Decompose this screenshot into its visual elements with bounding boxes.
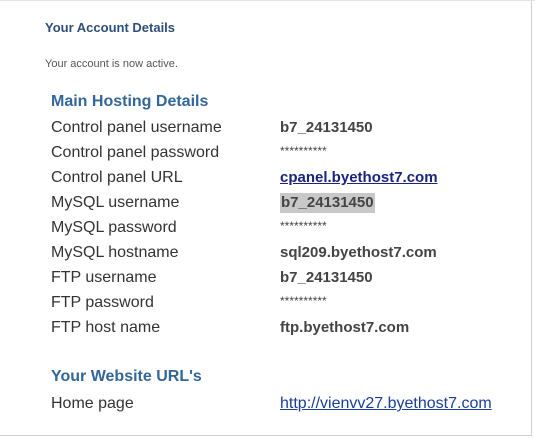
ftp-username-row: FTP username b7_24131450 bbox=[51, 268, 521, 293]
top-divider bbox=[0, 0, 535, 1]
home-page-link[interactable]: http://vienvv27.byethost7.com bbox=[280, 394, 492, 414]
mysql-password-row: MySQL password ********** bbox=[51, 218, 521, 243]
account-details-title: Your Account Details bbox=[45, 20, 176, 35]
account-details-panel: Your Account Details Your account is now… bbox=[0, 0, 535, 436]
cp-url-label: Control panel URL bbox=[51, 169, 183, 186]
cp-password-value: ********** bbox=[280, 144, 327, 158]
home-page-label: Home page bbox=[51, 395, 134, 412]
ftp-password-value: ********** bbox=[280, 294, 327, 308]
mysql-hostname-label: MySQL hostname bbox=[51, 244, 179, 261]
main-hosting-heading: Main Hosting Details bbox=[51, 93, 209, 110]
cp-url-link[interactable]: cpanel.byethost7.com bbox=[280, 168, 438, 188]
ftp-hostname-value: ftp.byethost7.com bbox=[280, 319, 410, 336]
cp-password-row: Control panel password ********** bbox=[51, 143, 521, 168]
ftp-username-label: FTP username bbox=[51, 269, 157, 286]
mysql-username-value[interactable]: b7_24131450 bbox=[280, 193, 375, 213]
website-urls-heading: Your Website URL's bbox=[51, 368, 202, 385]
cp-url-row: Control panel URL cpanel.byethost7.com bbox=[51, 168, 521, 193]
account-status-text: Your account is now active. bbox=[45, 58, 178, 70]
cp-username-label: Control panel username bbox=[51, 119, 222, 136]
mysql-password-label: MySQL password bbox=[51, 219, 177, 236]
ftp-hostname-row: FTP host name ftp.byethost7.com bbox=[51, 318, 521, 343]
mysql-hostname-row: MySQL hostname sql209.byethost7.com bbox=[51, 243, 521, 268]
cp-password-label: Control panel password bbox=[51, 144, 220, 161]
mysql-hostname-value: sql209.byethost7.com bbox=[280, 244, 437, 261]
mysql-password-value: ********** bbox=[280, 219, 327, 233]
ftp-password-row: FTP password ********** bbox=[51, 293, 521, 318]
cp-username-value: b7_24131450 bbox=[280, 119, 373, 136]
mysql-username-row: MySQL username b7_24131450 bbox=[51, 193, 521, 218]
ftp-password-label: FTP password bbox=[51, 294, 154, 311]
cp-username-row: Control panel username b7_24131450 bbox=[51, 118, 521, 143]
ftp-hostname-label: FTP host name bbox=[51, 319, 161, 336]
home-page-row: Home page http://vienvv27.byethost7.com bbox=[51, 394, 521, 419]
ftp-username-value: b7_24131450 bbox=[280, 269, 373, 286]
mysql-username-label: MySQL username bbox=[51, 194, 180, 211]
